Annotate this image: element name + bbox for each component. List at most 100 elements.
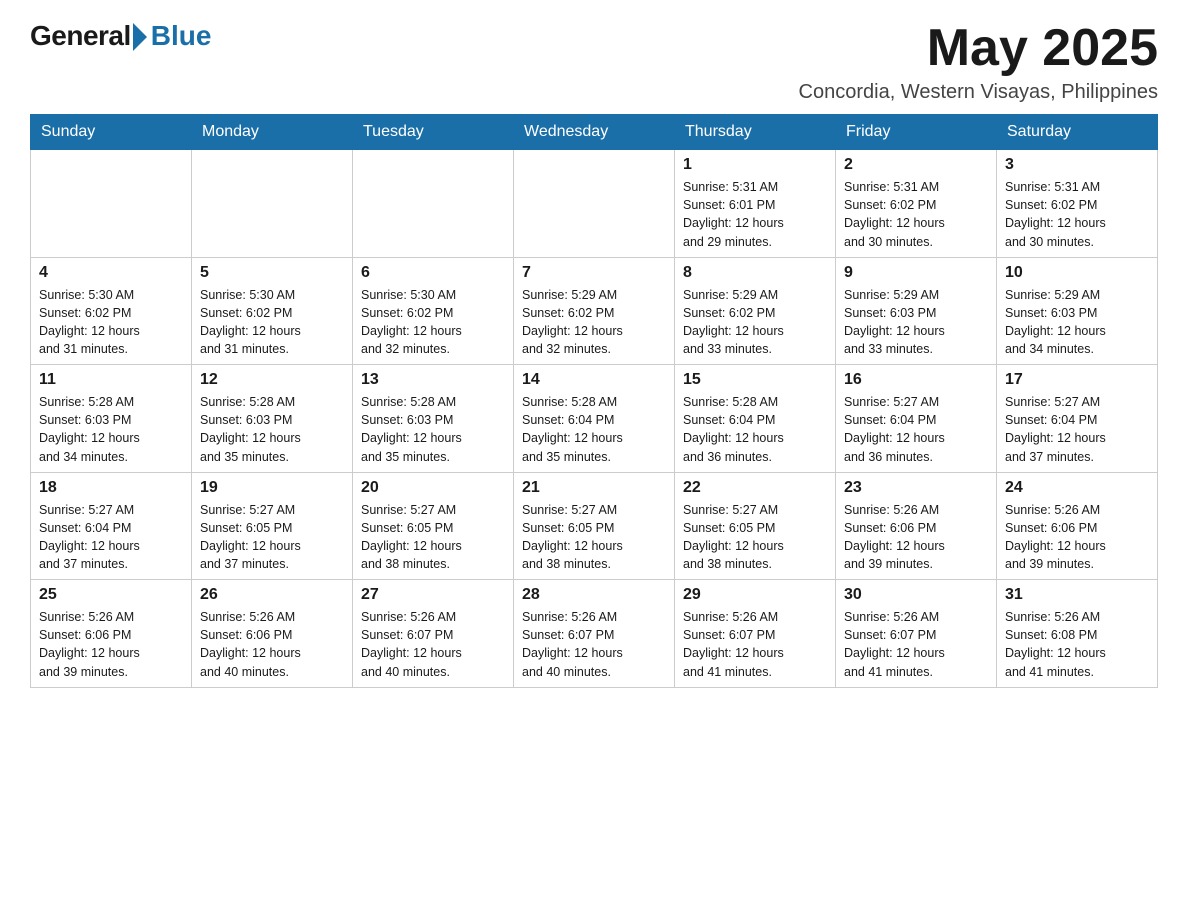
calendar-day-cell: 24Sunrise: 5:26 AMSunset: 6:06 PMDayligh… xyxy=(997,472,1158,580)
day-info: Sunrise: 5:28 AMSunset: 6:03 PMDaylight:… xyxy=(200,393,344,466)
day-of-week-header: Friday xyxy=(836,115,997,150)
calendar-day-cell xyxy=(192,150,353,258)
day-info: Sunrise: 5:27 AMSunset: 6:05 PMDaylight:… xyxy=(361,501,505,574)
calendar-day-cell xyxy=(353,150,514,258)
day-info: Sunrise: 5:26 AMSunset: 6:07 PMDaylight:… xyxy=(844,608,988,681)
logo-triangle-icon xyxy=(133,23,147,51)
calendar-day-cell xyxy=(514,150,675,258)
calendar-week-row: 25 Sunrise: 5:26 AMSunset: 6:06 PMDayligh… xyxy=(31,580,1158,688)
day-number: 11 xyxy=(39,371,183,389)
day-number: 16 xyxy=(844,371,988,389)
calendar-header-row: SundayMondayTuesdayWednesdayThursdayFrid… xyxy=(31,115,1158,150)
calendar-day-cell: 7 Sunrise: 5:29 AMSunset: 6:02 PMDaylight… xyxy=(514,257,675,365)
calendar-day-cell xyxy=(31,150,192,258)
day-info: Sunrise: 5:27 AMSunset: 6:04 PMDaylight:… xyxy=(39,501,183,574)
day-number: 6 xyxy=(361,264,505,282)
day-number: 27 xyxy=(361,586,505,604)
calendar-day-cell: 25 Sunrise: 5:26 AMSunset: 6:06 PMDayligh… xyxy=(31,580,192,688)
calendar-table: SundayMondayTuesdayWednesdayThursdayFrid… xyxy=(30,114,1158,688)
day-number: 19 xyxy=(200,479,344,497)
calendar-day-cell: 30 Sunrise: 5:26 AMSunset: 6:07 PMDayligh… xyxy=(836,580,997,688)
day-info: Sunrise: 5:27 AMSunset: 6:05 PMDaylight:… xyxy=(522,501,666,574)
day-info: Sunrise: 5:27 AMSunset: 6:04 PMDaylight:… xyxy=(1005,393,1149,466)
day-info: Sunrise: 5:26 AMSunset: 6:06 PMDaylight:… xyxy=(200,608,344,681)
day-number: 23 xyxy=(844,479,988,497)
calendar-day-cell: 6 Sunrise: 5:30 AMSunset: 6:02 PMDaylight… xyxy=(353,257,514,365)
day-of-week-header: Thursday xyxy=(675,115,836,150)
day-number: 3 xyxy=(1005,156,1149,174)
day-number: 15 xyxy=(683,371,827,389)
calendar-day-cell: 10 Sunrise: 5:29 AMSunset: 6:03 PMDayligh… xyxy=(997,257,1158,365)
calendar-day-cell: 1 Sunrise: 5:31 AMSunset: 6:01 PMDaylight… xyxy=(675,150,836,258)
month-year-title: May 2025 xyxy=(799,20,1158,77)
calendar-day-cell: 4Sunrise: 5:30 AMSunset: 6:02 PMDaylight… xyxy=(31,257,192,365)
calendar-day-cell: 22Sunrise: 5:27 AMSunset: 6:05 PMDayligh… xyxy=(675,472,836,580)
day-info: Sunrise: 5:27 AMSunset: 6:05 PMDaylight:… xyxy=(200,501,344,574)
day-info: Sunrise: 5:30 AMSunset: 6:02 PMDaylight:… xyxy=(361,286,505,359)
day-info: Sunrise: 5:30 AMSunset: 6:02 PMDaylight:… xyxy=(200,286,344,359)
day-number: 26 xyxy=(200,586,344,604)
day-number: 21 xyxy=(522,479,666,497)
day-number: 17 xyxy=(1005,371,1149,389)
day-number: 2 xyxy=(844,156,988,174)
logo-blue-text: Blue xyxy=(151,20,212,52)
page-header: General Blue May 2025 Concordia, Western… xyxy=(30,20,1158,104)
day-info: Sunrise: 5:26 AMSunset: 6:06 PMDaylight:… xyxy=(1005,501,1149,574)
day-info: Sunrise: 5:26 AMSunset: 6:06 PMDaylight:… xyxy=(39,608,183,681)
day-info: Sunrise: 5:26 AMSunset: 6:08 PMDaylight:… xyxy=(1005,608,1149,681)
calendar-day-cell: 19 Sunrise: 5:27 AMSunset: 6:05 PMDayligh… xyxy=(192,472,353,580)
day-of-week-header: Tuesday xyxy=(353,115,514,150)
day-number: 30 xyxy=(844,586,988,604)
calendar-day-cell: 5Sunrise: 5:30 AMSunset: 6:02 PMDaylight… xyxy=(192,257,353,365)
day-info: Sunrise: 5:28 AMSunset: 6:04 PMDaylight:… xyxy=(683,393,827,466)
day-number: 7 xyxy=(522,264,666,282)
day-number: 8 xyxy=(683,264,827,282)
calendar-day-cell: 31 Sunrise: 5:26 AMSunset: 6:08 PMDayligh… xyxy=(997,580,1158,688)
calendar-day-cell: 3 Sunrise: 5:31 AMSunset: 6:02 PMDaylight… xyxy=(997,150,1158,258)
day-info: Sunrise: 5:26 AMSunset: 6:06 PMDaylight:… xyxy=(844,501,988,574)
day-info: Sunrise: 5:29 AMSunset: 6:03 PMDaylight:… xyxy=(844,286,988,359)
title-area: May 2025 Concordia, Western Visayas, Phi… xyxy=(799,20,1158,104)
calendar-day-cell: 12 Sunrise: 5:28 AMSunset: 6:03 PMDayligh… xyxy=(192,365,353,473)
day-info: Sunrise: 5:26 AMSunset: 6:07 PMDaylight:… xyxy=(522,608,666,681)
day-number: 31 xyxy=(1005,586,1149,604)
calendar-day-cell: 15 Sunrise: 5:28 AMSunset: 6:04 PMDayligh… xyxy=(675,365,836,473)
calendar-day-cell: 26 Sunrise: 5:26 AMSunset: 6:06 PMDayligh… xyxy=(192,580,353,688)
day-number: 25 xyxy=(39,586,183,604)
day-info: Sunrise: 5:31 AMSunset: 6:01 PMDaylight:… xyxy=(683,178,827,251)
calendar-week-row: 4 Sunrise: 5:30 AMSunset: 6:02 PMDaylight… xyxy=(31,257,1158,365)
day-number: 4 xyxy=(39,264,183,282)
logo: General Blue xyxy=(30,20,211,52)
calendar-day-cell: 20Sunrise: 5:27 AMSunset: 6:05 PMDayligh… xyxy=(353,472,514,580)
calendar-day-cell: 27 Sunrise: 5:26 AMSunset: 6:07 PMDayligh… xyxy=(353,580,514,688)
calendar-day-cell: 28Sunrise: 5:26 AMSunset: 6:07 PMDayligh… xyxy=(514,580,675,688)
day-number: 10 xyxy=(1005,264,1149,282)
calendar-day-cell: 16Sunrise: 5:27 AMSunset: 6:04 PMDayligh… xyxy=(836,365,997,473)
calendar-day-cell: 2Sunrise: 5:31 AMSunset: 6:02 PMDaylight… xyxy=(836,150,997,258)
day-info: Sunrise: 5:29 AMSunset: 6:03 PMDaylight:… xyxy=(1005,286,1149,359)
day-of-week-header: Wednesday xyxy=(514,115,675,150)
calendar-day-cell: 21 Sunrise: 5:27 AMSunset: 6:05 PMDayligh… xyxy=(514,472,675,580)
day-info: Sunrise: 5:26 AMSunset: 6:07 PMDaylight:… xyxy=(361,608,505,681)
calendar-day-cell: 9 Sunrise: 5:29 AMSunset: 6:03 PMDaylight… xyxy=(836,257,997,365)
day-number: 1 xyxy=(683,156,827,174)
day-info: Sunrise: 5:28 AMSunset: 6:03 PMDaylight:… xyxy=(361,393,505,466)
day-info: Sunrise: 5:28 AMSunset: 6:03 PMDaylight:… xyxy=(39,393,183,466)
calendar-day-cell: 18Sunrise: 5:27 AMSunset: 6:04 PMDayligh… xyxy=(31,472,192,580)
day-number: 13 xyxy=(361,371,505,389)
calendar-day-cell: 14Sunrise: 5:28 AMSunset: 6:04 PMDayligh… xyxy=(514,365,675,473)
day-number: 14 xyxy=(522,371,666,389)
logo-general-text: General xyxy=(30,20,131,52)
calendar-day-cell: 17 Sunrise: 5:27 AMSunset: 6:04 PMDayligh… xyxy=(997,365,1158,473)
day-info: Sunrise: 5:26 AMSunset: 6:07 PMDaylight:… xyxy=(683,608,827,681)
day-of-week-header: Monday xyxy=(192,115,353,150)
day-number: 12 xyxy=(200,371,344,389)
day-info: Sunrise: 5:27 AMSunset: 6:05 PMDaylight:… xyxy=(683,501,827,574)
day-of-week-header: Sunday xyxy=(31,115,192,150)
day-info: Sunrise: 5:31 AMSunset: 6:02 PMDaylight:… xyxy=(1005,178,1149,251)
day-info: Sunrise: 5:29 AMSunset: 6:02 PMDaylight:… xyxy=(522,286,666,359)
calendar-week-row: 1 Sunrise: 5:31 AMSunset: 6:01 PMDaylight… xyxy=(31,150,1158,258)
calendar-day-cell: 11 Sunrise: 5:28 AMSunset: 6:03 PMDayligh… xyxy=(31,365,192,473)
day-number: 9 xyxy=(844,264,988,282)
calendar-day-cell: 8Sunrise: 5:29 AMSunset: 6:02 PMDaylight… xyxy=(675,257,836,365)
